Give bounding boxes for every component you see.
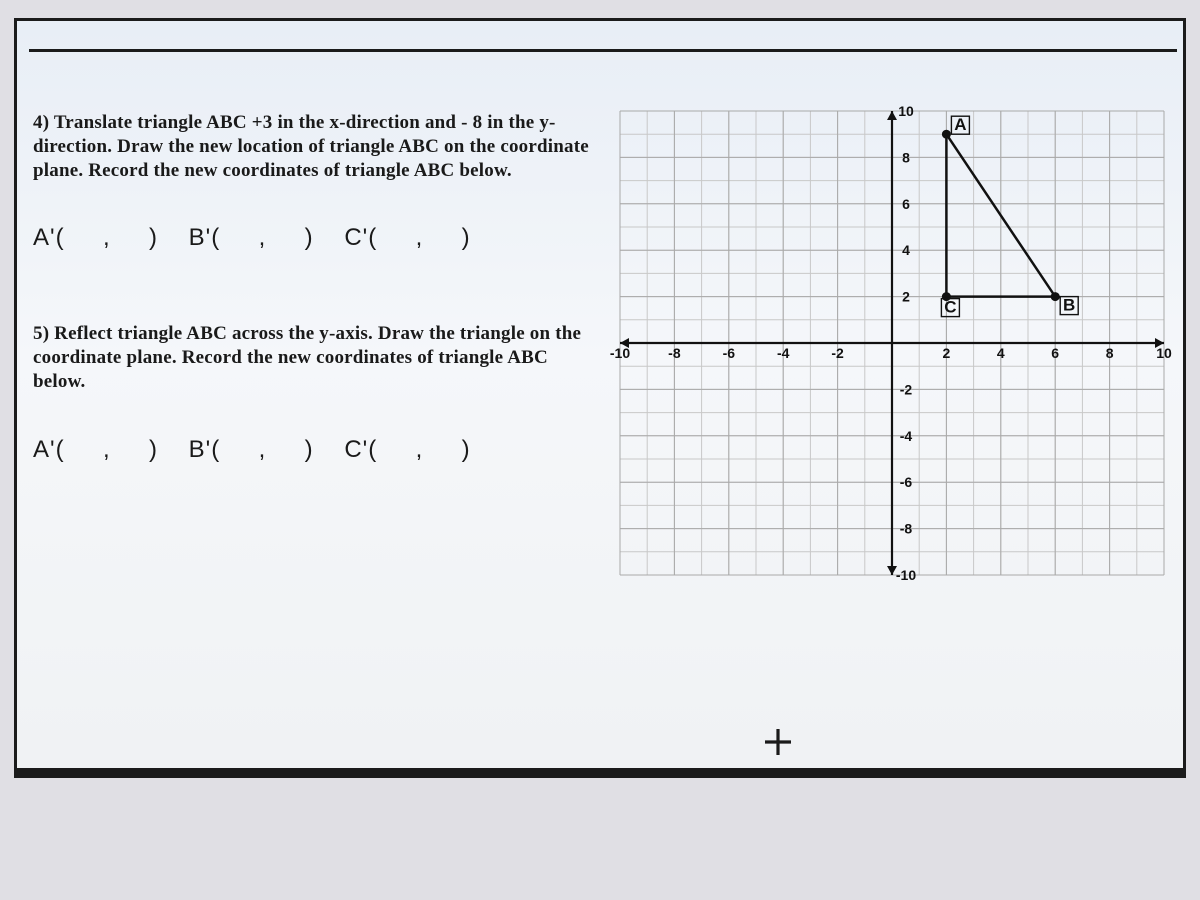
x-tick-label: 2 <box>943 345 951 361</box>
q4-b-sep: , <box>259 224 267 251</box>
vertex-label-B: B <box>1063 296 1075 315</box>
vertex-label-C: C <box>944 298 956 317</box>
q4-c-close: ) <box>462 224 471 251</box>
question-5: 5) Reflect triangle ABC across the y-axi… <box>33 322 593 463</box>
q5-b-x-slot[interactable] <box>228 436 251 464</box>
add-button[interactable] <box>757 721 799 763</box>
q5-a-x-slot[interactable] <box>72 436 95 464</box>
q4-b-label: B'( <box>189 224 221 251</box>
q4-c-label: C'( <box>344 224 377 251</box>
q4-b-y-slot[interactable] <box>274 224 297 252</box>
plus-icon <box>761 725 795 759</box>
q4-a-label: A'( <box>33 224 65 251</box>
q5-c-y-slot[interactable] <box>431 436 454 464</box>
x-tick-label: -10 <box>610 345 630 361</box>
q5-c-close: ) <box>462 436 471 463</box>
coordinate-plane-svg: -10 -8 -6 -4 -2 2 4 6 8 10 10 8 6 4 2 -2 -4 -6 -8 -10 A B C <box>602 93 1182 593</box>
q5-b-label: B'( <box>189 436 221 463</box>
q4-c-y-slot[interactable] <box>431 224 454 252</box>
question-4-text: 4) Translate triangle ABC +3 in the x-di… <box>33 111 593 182</box>
x-tick-label: -2 <box>831 345 844 361</box>
x-tick-label: 10 <box>1156 345 1172 361</box>
y-tick-label: -6 <box>900 474 913 490</box>
y-tick-label: -8 <box>900 521 913 537</box>
q5-b-y-slot[interactable] <box>274 436 297 464</box>
q5-a-close: ) <box>149 436 158 463</box>
y-tick-label: -2 <box>900 381 913 397</box>
q4-c-x-slot[interactable] <box>385 224 408 252</box>
vertex-label-A: A <box>954 115 966 134</box>
q4-a-x-slot[interactable] <box>72 224 95 252</box>
x-tick-label: -8 <box>668 345 681 361</box>
q4-a-sep: , <box>103 224 111 251</box>
q5-c-label: C'( <box>344 436 377 463</box>
q5-b-close: ) <box>305 436 314 463</box>
questions-column: 4) Translate triangle ABC +3 in the x-di… <box>33 111 593 514</box>
q5-a-sep: , <box>103 436 111 463</box>
q5-c-x-slot[interactable] <box>385 436 408 464</box>
x-tick-label: 6 <box>1051 345 1059 361</box>
question-4-answer-line: A'( , ) B'( , ) C'( , ) <box>33 224 593 252</box>
q5-b-sep: , <box>259 436 267 463</box>
question-5-answer-line: A'( , ) B'( , ) C'( , ) <box>33 436 593 464</box>
y-tick-label: 4 <box>902 242 910 258</box>
q4-a-close: ) <box>149 224 158 251</box>
worksheet-sheet: 4) Translate triangle ABC +3 in the x-di… <box>14 18 1186 778</box>
q4-a-y-slot[interactable] <box>118 224 141 252</box>
q5-a-y-slot[interactable] <box>118 436 141 464</box>
q5-c-sep: , <box>416 436 424 463</box>
question-5-text: 5) Reflect triangle ABC across the y-axi… <box>33 322 593 393</box>
y-tick-label: -4 <box>900 428 913 444</box>
question-4: 4) Translate triangle ABC +3 in the x-di… <box>33 111 593 252</box>
y-tick-label: 6 <box>902 196 910 212</box>
q4-b-x-slot[interactable] <box>228 224 251 252</box>
y-tick-label: 2 <box>902 289 910 305</box>
top-rule <box>29 49 1177 52</box>
q4-c-sep: , <box>416 224 424 251</box>
vertex-B <box>1051 292 1060 301</box>
y-tick-label: 10 <box>898 103 914 119</box>
vertex-A <box>942 130 951 139</box>
q5-a-label: A'( <box>33 436 65 463</box>
x-tick-label: 8 <box>1106 345 1114 361</box>
coordinate-plane: -10 -8 -6 -4 -2 2 4 6 8 10 10 8 6 4 2 -2 -4 -6 -8 -10 A B C <box>602 93 1182 593</box>
x-tick-label: -4 <box>777 345 790 361</box>
x-tick-label: 4 <box>997 345 1005 361</box>
y-tick-label: -10 <box>896 567 916 583</box>
y-tick-label: 8 <box>902 149 910 165</box>
q4-b-close: ) <box>305 224 314 251</box>
x-tick-label: -6 <box>723 345 736 361</box>
